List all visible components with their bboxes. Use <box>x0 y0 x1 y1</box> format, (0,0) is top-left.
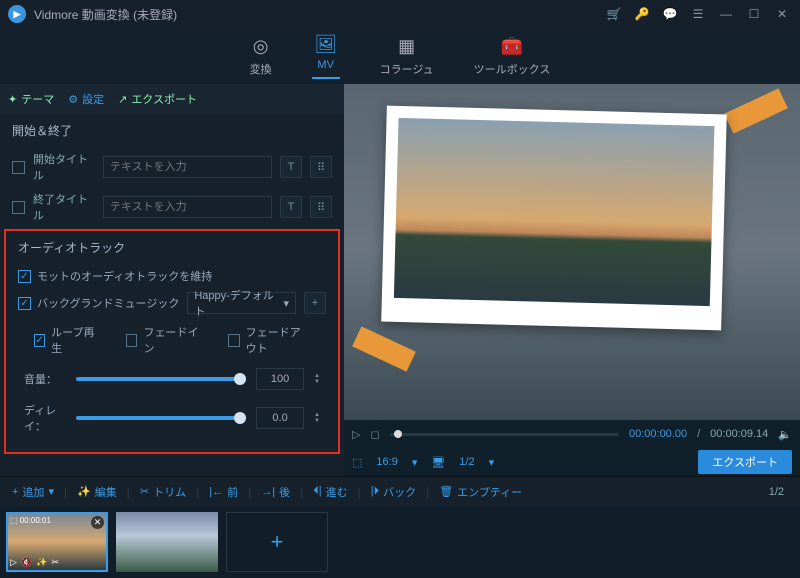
feedback-icon[interactable]: 💬 <box>660 7 680 21</box>
preview-page[interactable]: 1/2 <box>459 456 474 468</box>
convert-icon: ◎ <box>253 36 269 57</box>
skip-back-icon: |← <box>209 486 223 498</box>
trim-button[interactable]: ✂トリム <box>134 484 192 500</box>
stop-button[interactable]: ◻ <box>370 428 379 441</box>
progress-bar[interactable] <box>390 433 619 436</box>
end-title-input[interactable] <box>103 196 272 218</box>
clip-mute-icon[interactable]: 🔇 <box>21 557 32 568</box>
fadeout-checkbox[interactable]: フェードアウト <box>228 324 310 356</box>
gear-icon: ⚙ <box>68 93 78 106</box>
tape-decoration <box>352 326 416 371</box>
start-title-label: 開始タイトル <box>33 151 95 183</box>
volume-icon[interactable]: 🔈 <box>778 428 792 441</box>
start-title-checkbox[interactable] <box>12 161 25 174</box>
clip-thumbnail[interactable] <box>116 512 218 572</box>
empty-button[interactable]: 🗑エンプティー <box>433 484 528 500</box>
add-clip-button[interactable]: + <box>226 512 328 572</box>
fadein-checkbox[interactable]: フェードイン <box>126 324 198 356</box>
step-forward-icon: |⏵ <box>371 485 379 498</box>
bg-music-checkbox[interactable]: ✓バックグランドミュージック <box>18 295 179 311</box>
polaroid-frame <box>381 106 727 331</box>
time-current: 00:00:00.00 <box>629 428 687 440</box>
skip-forward-icon: →| <box>261 486 275 498</box>
volume-stepper[interactable]: ▲▼ <box>314 373 320 385</box>
plus-icon: + <box>12 486 18 498</box>
export-icon: ↗ <box>118 93 127 106</box>
maximize-button[interactable]: ☐ <box>744 7 764 21</box>
tab-theme[interactable]: ✦テーマ <box>8 91 54 107</box>
after-button[interactable]: →|後 <box>255 484 296 500</box>
clip-thumbnail[interactable]: ⬚ 00:00:01 ✕ ▷ 🔇 ✨ ✂ <box>6 512 108 572</box>
collage-icon: ▦ <box>398 36 415 57</box>
nav-mv[interactable]: 🖼 MV <box>312 34 340 79</box>
chevron-down-icon: ▾ <box>283 297 289 310</box>
start-title-font-button[interactable]: T <box>280 156 302 178</box>
clip-trim-icon[interactable]: ✂ <box>51 557 59 568</box>
nav-toolbox[interactable]: 🧰 ツールボックス <box>474 36 551 77</box>
export-button[interactable]: エクスポート <box>698 450 792 474</box>
end-title-style-button[interactable]: ⠿ <box>310 196 332 218</box>
delay-slider[interactable] <box>76 416 246 420</box>
end-title-label: 終了タイトル <box>33 191 95 223</box>
step-back-icon: ⏴| <box>313 485 321 498</box>
back-button[interactable]: |⏵バック <box>365 484 422 500</box>
screen-icon: 🖥 <box>431 456 445 469</box>
edit-button[interactable]: ✨編集 <box>71 484 123 500</box>
nav-convert[interactable]: ◎ 変換 <box>250 36 272 77</box>
delay-stepper[interactable]: ▲▼ <box>314 412 320 424</box>
start-title-style-button[interactable]: ⠿ <box>310 156 332 178</box>
toolbox-icon: 🧰 <box>501 36 523 57</box>
preview-canvas <box>344 84 800 420</box>
clip-play-icon[interactable]: ▷ <box>10 557 17 568</box>
play-button[interactable]: ▷ <box>352 428 360 441</box>
volume-value[interactable]: 100 <box>256 368 304 390</box>
timeline-page: 1/2 <box>769 486 794 498</box>
close-button[interactable]: ✕ <box>772 7 792 21</box>
add-music-button[interactable]: + <box>304 292 326 314</box>
end-title-checkbox[interactable] <box>12 201 25 214</box>
star-icon: ✦ <box>8 93 17 106</box>
mv-icon: 🖼 <box>314 34 337 55</box>
chevron-down-icon: ▾ <box>489 456 495 469</box>
tape-decoration <box>724 88 788 133</box>
aspect-icon: ⬚ <box>352 456 362 469</box>
delay-label: ディレイ： <box>24 402 66 434</box>
delay-value[interactable]: 0.0 <box>256 407 304 429</box>
end-title-font-button[interactable]: T <box>280 196 302 218</box>
menu-icon[interactable]: ☰ <box>688 7 708 21</box>
section-start-end: 開始＆終了 <box>0 114 344 147</box>
keep-original-audio-checkbox[interactable]: ✓モットのオーディオトラックを維持 <box>18 268 212 284</box>
section-audio-track: オーディオトラック <box>6 231 338 264</box>
wand-icon: ✨ <box>77 485 91 498</box>
clip-edit-icon[interactable]: ✨ <box>36 557 47 568</box>
scissors-icon: ✂ <box>140 485 149 498</box>
trash-icon: 🗑 <box>439 485 453 498</box>
minimize-button[interactable]: — <box>716 7 736 21</box>
volume-label: 音量： <box>24 371 66 387</box>
cart-icon[interactable]: 🛒 <box>604 7 624 21</box>
aspect-ratio-select[interactable]: 16:9 <box>376 456 397 468</box>
key-icon[interactable]: 🔑 <box>632 7 652 21</box>
bg-music-select[interactable]: Happy-デフォルト▾ <box>187 292 296 314</box>
time-total: 00:00:09.14 <box>710 428 768 440</box>
chevron-down-icon: ▾ <box>48 485 54 498</box>
forward-button[interactable]: ⏴|進む <box>307 484 353 500</box>
remove-clip-button[interactable]: ✕ <box>91 516 104 529</box>
window-title: Vidmore 動画変換 (未登録) <box>34 6 177 23</box>
nav-collage[interactable]: ▦ コラージュ <box>380 36 434 77</box>
start-title-input[interactable] <box>103 156 272 178</box>
before-button[interactable]: |←前 <box>203 484 244 500</box>
tab-settings[interactable]: ⚙設定 <box>68 91 104 107</box>
add-button[interactable]: +追加▾ <box>6 484 60 500</box>
loop-checkbox[interactable]: ✓ループ再生 <box>34 324 96 356</box>
tab-export[interactable]: ↗エクスポート <box>118 91 197 107</box>
volume-slider[interactable] <box>76 377 246 381</box>
chevron-down-icon: ▾ <box>412 456 418 469</box>
app-logo-icon: ▶ <box>8 5 26 23</box>
clip-duration: ⬚ 00:00:01 <box>10 516 51 525</box>
